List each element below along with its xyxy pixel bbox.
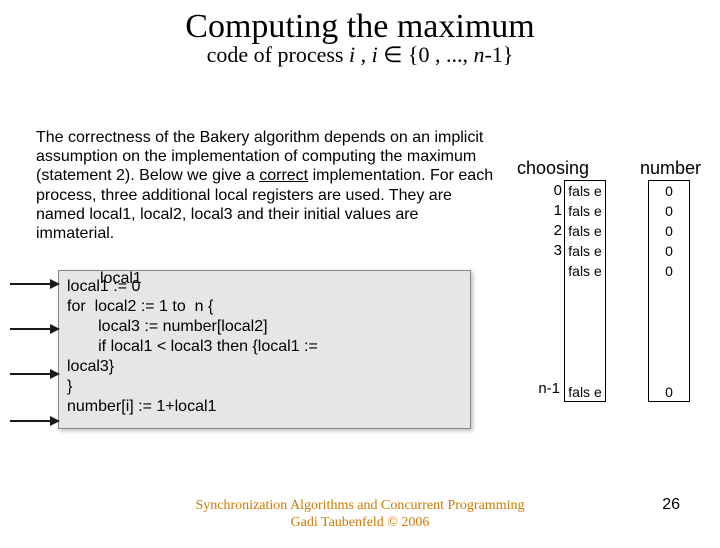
cell: 0 — [649, 241, 689, 261]
cell: 0 — [649, 181, 689, 201]
cell: fals e — [565, 241, 605, 261]
index-label: 3 — [540, 242, 562, 259]
index-label-last: n-1 — [510, 380, 560, 397]
cell: fals e — [565, 181, 605, 201]
slide-subtitle: code of process i , i ∈ {0 , ..., n-1} — [0, 42, 720, 68]
footer: Synchronization Algorithms and Concurren… — [0, 498, 720, 532]
arrow-icon — [10, 373, 58, 375]
cell: fals e — [565, 201, 605, 221]
number-header: number — [640, 158, 701, 179]
arrow-icon — [10, 283, 58, 285]
number-column: 0 0 0 0 0 0 — [648, 180, 690, 402]
index-label: 0 — [540, 182, 562, 199]
cell: 0 — [649, 201, 689, 221]
choosing-header: choosing — [517, 158, 589, 179]
cell: fals e — [565, 221, 605, 241]
cell: fals e — [565, 385, 605, 399]
cell: 0 — [649, 385, 689, 399]
page-number: 26 — [662, 496, 680, 514]
overlap-text: local1 — [100, 270, 142, 288]
arrow-icon — [10, 328, 58, 330]
index-label: 2 — [540, 222, 562, 239]
cell: fals e — [565, 261, 605, 281]
slide-title: Computing the maximum — [0, 8, 720, 46]
description-paragraph: The correctness of the Bakery algorithm … — [36, 128, 496, 243]
cell: 0 — [649, 221, 689, 241]
arrow-icon — [10, 420, 58, 422]
choosing-column: fals e fals e fals e fals e fals e fals … — [564, 180, 606, 402]
code-box: local1 := 0 for local2 := 1 to n { local… — [58, 270, 471, 429]
cell: 0 — [649, 261, 689, 281]
index-label: 1 — [540, 202, 562, 219]
